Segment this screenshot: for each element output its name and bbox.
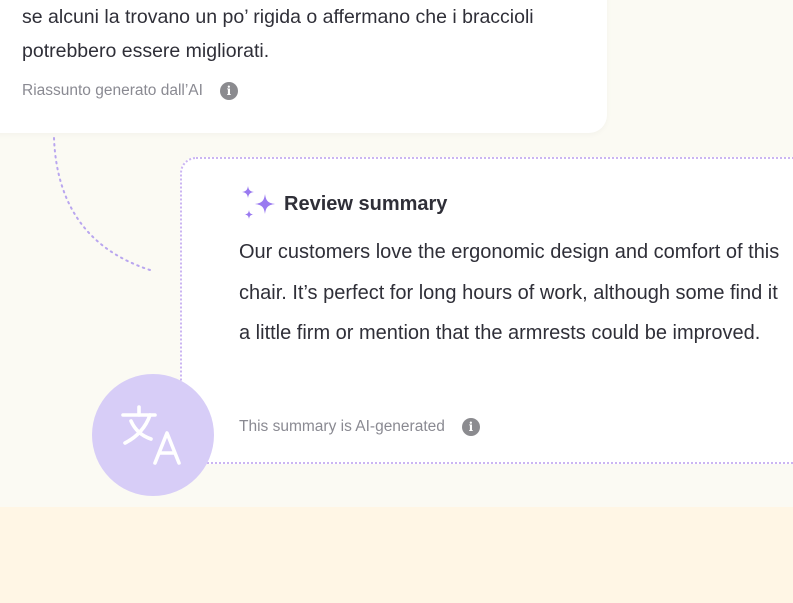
original-summary-text: se alcuni la trovano un po’ rigida o aff… (22, 6, 534, 62)
summary-title: Review summary (284, 192, 448, 215)
bottom-band (0, 507, 793, 603)
info-icon[interactable]: i (219, 82, 238, 100)
translated-summary-text: Our customers love the ergonomic design … (239, 241, 780, 344)
translated-summary-card: Review summary Our customers love the er… (180, 157, 793, 464)
summary-header: Review summary (239, 185, 447, 223)
original-summary-card: se alcuni la trovano un po’ rigida o aff… (0, 0, 607, 133)
translate-icon (121, 405, 181, 465)
translated-ai-note: This summary is AI-generated i (239, 418, 480, 436)
translate-button[interactable] (92, 374, 214, 496)
sparkle-icon (242, 186, 275, 219)
info-icon[interactable]: i (461, 418, 480, 436)
translated-ai-note-label: This summary is AI-generated (239, 418, 445, 435)
original-ai-note-label: Riassunto generato dall’AI (22, 82, 203, 99)
original-ai-note: Riassunto generato dall’AI i (22, 82, 238, 100)
